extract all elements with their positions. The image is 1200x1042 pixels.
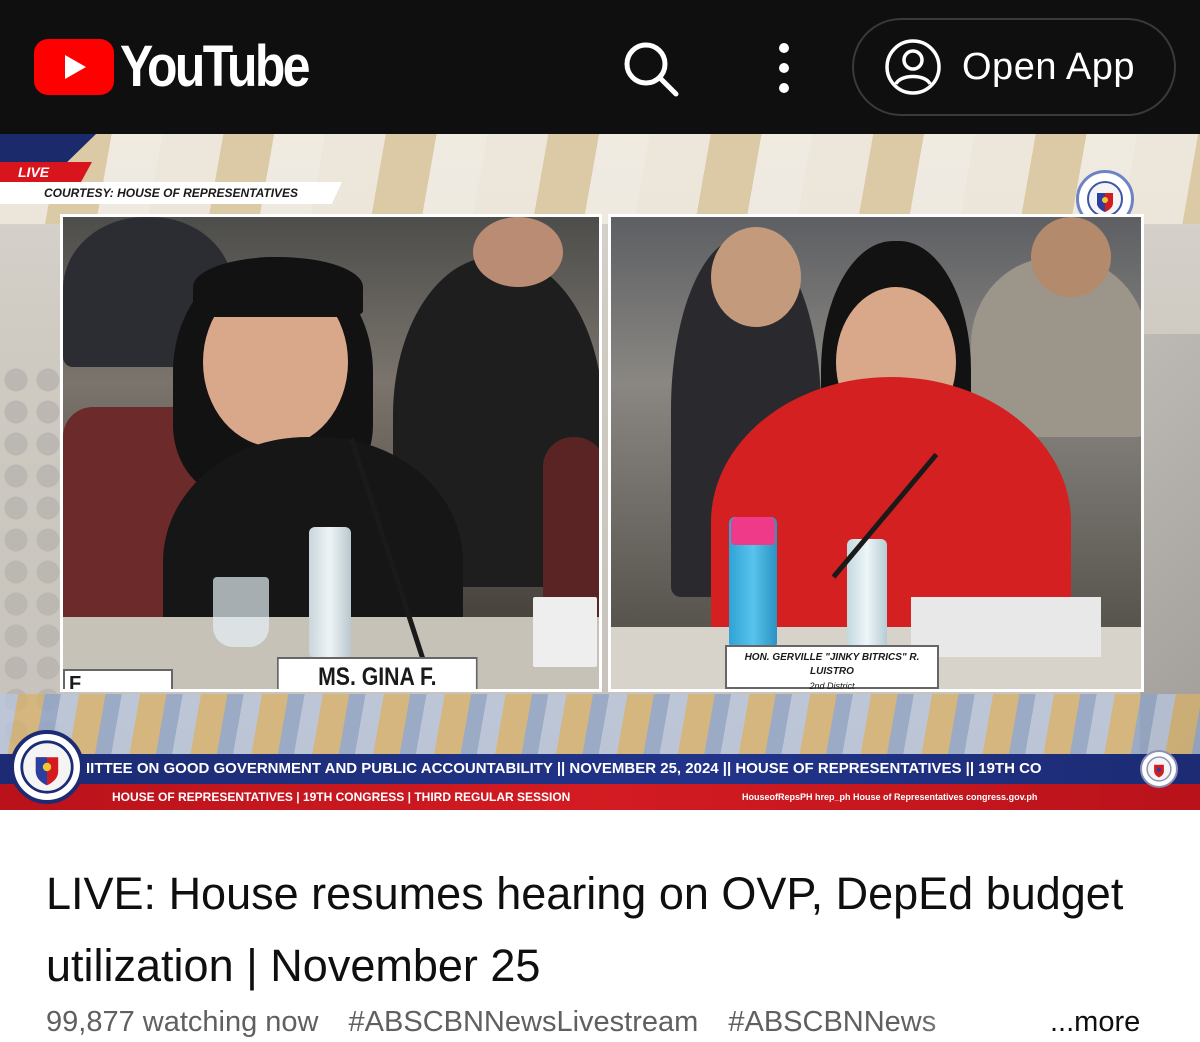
open-app-label: Open App: [962, 45, 1136, 88]
video-panel-left: F FAJARDA MS. GINA F. ACOSTA: [60, 214, 602, 692]
more-options-button[interactable]: [766, 40, 802, 96]
nameplate-luistro-name: HON. GERVILLE "JINKY BITRICS" R. LUISTRO: [744, 652, 920, 677]
sub-third-banner: HOUSE OF REPRESENTATIVES | 19TH CONGRESS…: [0, 784, 1200, 810]
ceiling-background: [0, 134, 1200, 224]
video-title[interactable]: LIVE: House resumes hearing on OVP, DepE…: [46, 858, 1156, 1002]
nameplate-acosta: MS. GINA F. ACOSTA: [277, 657, 478, 689]
watching-count: 99,877 watching now: [46, 1006, 319, 1038]
nameplate-fajarda: F FAJARDA: [63, 669, 173, 689]
youtube-play-icon: [34, 39, 114, 95]
account-icon: [885, 39, 941, 95]
vertical-dots-icon: [779, 43, 789, 93]
background-head: [711, 227, 801, 327]
congress-seal-icon: [1140, 750, 1178, 788]
background-head: [473, 217, 563, 287]
plenary-crowd-background: [0, 694, 1200, 756]
lower-third-banner: IITTEE ON GOOD GOVERNMENT AND PUBLIC ACC…: [0, 754, 1200, 784]
search-icon: [624, 42, 679, 97]
social-handles: HouseofRepsPH hrep_ph House of Represent…: [742, 792, 1038, 802]
session-label: HOUSE OF REPRESENTATIVES | 19TH CONGRESS…: [112, 790, 571, 804]
tumbler-lid: [731, 517, 775, 545]
open-app-button[interactable]: Open App: [852, 18, 1176, 116]
house-seal-icon: [10, 730, 84, 804]
search-button[interactable]: [620, 38, 682, 100]
video-panel-right: HON. GERVILLE "JINKY BITRICS" R. LUISTRO…: [608, 214, 1144, 692]
video-player[interactable]: LIVE COURTESY: HOUSE OF REPRESENTATIVES …: [0, 134, 1200, 810]
youtube-logo[interactable]: YouTube: [34, 38, 338, 96]
more-description-button[interactable]: ...more: [1050, 1006, 1140, 1039]
hashtag-link[interactable]: #ABSCBNNewsLivestream: [349, 1006, 699, 1038]
youtube-header: YouTube Open App: [0, 0, 1200, 134]
nameplate-luistro: HON. GERVILLE "JINKY BITRICS" R. LUISTRO…: [725, 645, 939, 689]
background-head: [1031, 217, 1111, 297]
courtesy-tag: COURTESY: HOUSE OF REPRESENTATIVES: [0, 182, 342, 204]
hashtag-link[interactable]: #ABSCBNNews: [728, 1006, 936, 1038]
youtube-wordmark: YouTube: [120, 34, 310, 99]
water-glass: [213, 577, 269, 647]
document-stack: [911, 597, 1101, 657]
nameplate-luistro-district: 2nd District: [809, 681, 855, 691]
video-meta: 99,877 watching now #ABSCBNNewsLivestrea…: [46, 1006, 1036, 1042]
paper-cup: [533, 597, 597, 667]
water-bottle: [309, 527, 351, 657]
live-tag: LIVE: [0, 162, 92, 182]
speaker-bangs: [193, 257, 363, 317]
